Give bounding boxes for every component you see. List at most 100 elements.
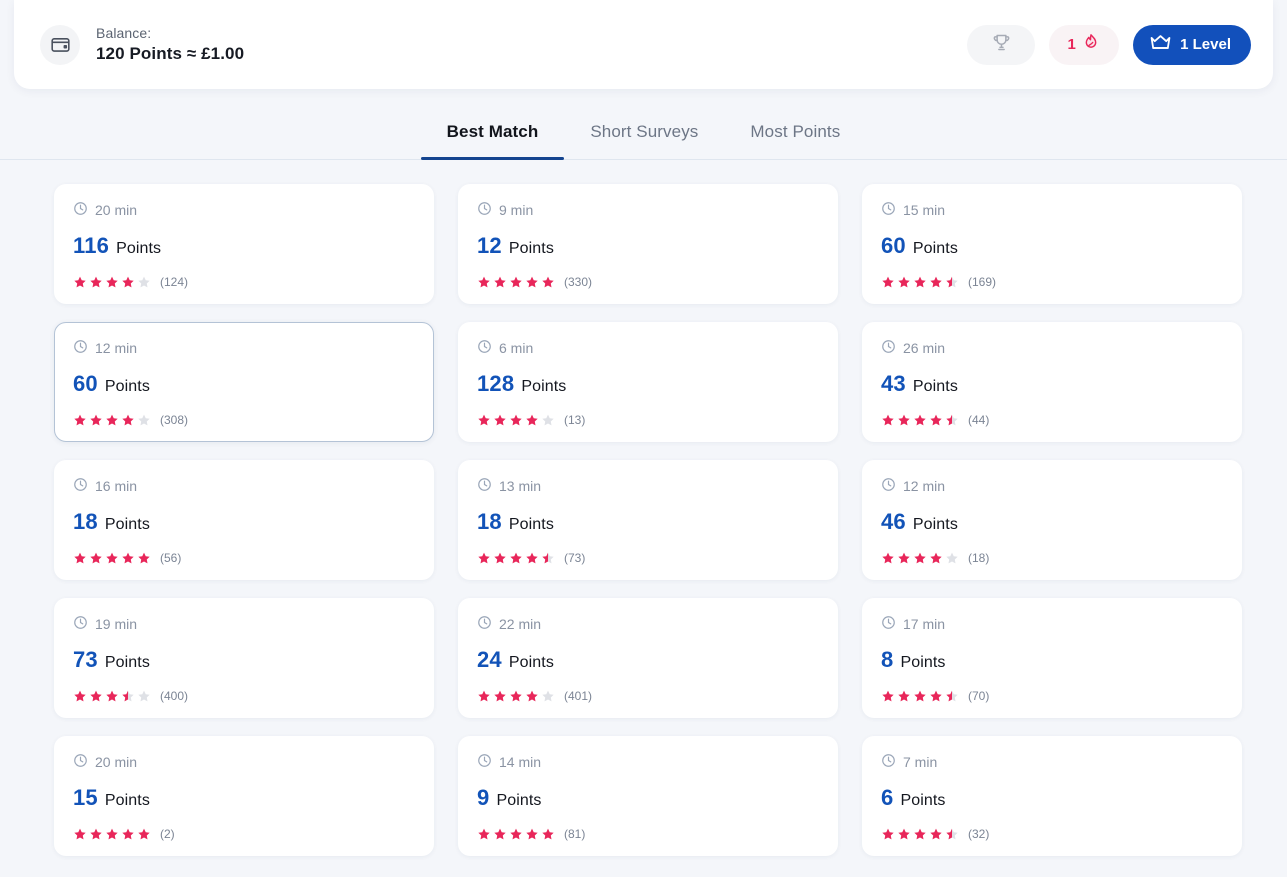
survey-duration: 20 min: [73, 201, 415, 219]
survey-card[interactable]: 16 min 18 Points (56): [54, 460, 434, 580]
rating-stars: [881, 689, 959, 703]
full-star-icon: [494, 690, 506, 702]
rating-count: (308): [160, 413, 189, 427]
survey-points-value: 6: [881, 785, 894, 810]
survey-duration: 14 min: [477, 753, 819, 771]
survey-points: 24 Points: [477, 647, 819, 673]
rating-stars: [477, 413, 555, 427]
survey-points-label: Points: [116, 240, 162, 257]
rating-stars: [477, 551, 555, 565]
half-star-icon: [946, 690, 958, 702]
survey-duration-label: 12 min: [903, 478, 946, 494]
survey-duration: 9 min: [477, 201, 819, 219]
balance-group: Balance: 120 Points ≈ £1.00: [40, 24, 244, 65]
survey-card[interactable]: 15 min 60 Points (169): [862, 184, 1242, 304]
survey-points-label: Points: [104, 792, 150, 809]
tab-short-surveys[interactable]: Short Surveys: [564, 114, 724, 159]
full-star-icon: [542, 276, 554, 288]
clock-icon: [477, 477, 492, 495]
survey-card[interactable]: 12 min 60 Points (308): [54, 322, 434, 442]
survey-points-value: 8: [881, 647, 894, 672]
streak-count: 1: [1067, 36, 1076, 53]
survey-grid: 20 min 116 Points (124) 9 min 12 Points (330) 15…: [0, 160, 1287, 856]
survey-duration-label: 9 min: [499, 202, 534, 218]
survey-card[interactable]: 20 min 15 Points (2): [54, 736, 434, 856]
survey-points-label: Points: [521, 378, 567, 395]
tab-best-match[interactable]: Best Match: [420, 114, 565, 160]
survey-duration: 17 min: [881, 615, 1223, 633]
survey-points-value: 12: [477, 233, 502, 258]
survey-duration: 13 min: [477, 477, 819, 495]
survey-card[interactable]: 26 min 43 Points (44): [862, 322, 1242, 442]
clock-icon: [881, 753, 896, 771]
full-star-icon: [526, 552, 538, 564]
topbar-region: Balance: 120 Points ≈ £1.00 1 1 Level: [0, 0, 1287, 89]
survey-duration-label: 14 min: [499, 754, 542, 770]
full-star-icon: [914, 552, 926, 564]
rating-stars: [73, 551, 151, 565]
rating-count: (124): [160, 275, 189, 289]
survey-card[interactable]: 9 min 12 Points (330): [458, 184, 838, 304]
full-star-icon: [478, 690, 490, 702]
clock-icon: [477, 615, 492, 633]
full-star-icon: [74, 828, 86, 840]
full-star-icon: [510, 414, 522, 426]
full-star-icon: [106, 552, 118, 564]
survey-card[interactable]: 7 min 6 Points (32): [862, 736, 1242, 856]
full-star-icon: [138, 552, 150, 564]
rating-stars: [73, 827, 151, 841]
survey-card[interactable]: 14 min 9 Points (81): [458, 736, 838, 856]
full-star-icon: [882, 552, 894, 564]
survey-duration: 22 min: [477, 615, 819, 633]
survey-card[interactable]: 13 min 18 Points (73): [458, 460, 838, 580]
survey-card[interactable]: 12 min 46 Points (18): [862, 460, 1242, 580]
full-star-icon: [478, 414, 490, 426]
survey-card[interactable]: 17 min 8 Points (70): [862, 598, 1242, 718]
survey-points: 12 Points: [477, 233, 819, 259]
full-star-icon: [898, 552, 910, 564]
survey-rating: (70): [881, 689, 1223, 703]
survey-card[interactable]: 20 min 116 Points (124): [54, 184, 434, 304]
full-star-icon: [74, 552, 86, 564]
survey-points-label: Points: [496, 792, 542, 809]
full-star-icon: [74, 414, 86, 426]
full-star-icon: [494, 414, 506, 426]
survey-points: 18 Points: [477, 509, 819, 535]
empty-star-icon: [138, 414, 150, 426]
survey-points-value: 116: [73, 233, 110, 258]
level-label: 1 Level: [1180, 36, 1231, 53]
survey-rating: (81): [477, 827, 819, 841]
survey-points-label: Points: [104, 378, 150, 395]
survey-duration: 12 min: [73, 339, 415, 357]
survey-card[interactable]: 6 min 128 Points (13): [458, 322, 838, 442]
streak-badge[interactable]: 1: [1049, 24, 1120, 65]
full-star-icon: [478, 828, 490, 840]
crown-icon: [1149, 33, 1172, 57]
trophy-badge[interactable]: [967, 24, 1036, 65]
survey-rating: (169): [881, 275, 1223, 289]
balance-text: Balance: 120 Points ≈ £1.00: [96, 25, 244, 64]
rating-count: (32): [968, 827, 990, 841]
full-star-icon: [90, 690, 102, 702]
rating-count: (81): [564, 827, 586, 841]
full-star-icon: [882, 276, 894, 288]
empty-star-icon: [138, 276, 150, 288]
survey-points: 15 Points: [73, 785, 415, 811]
tab-most-points[interactable]: Most Points: [724, 114, 866, 159]
full-star-icon: [526, 828, 538, 840]
full-star-icon: [74, 276, 86, 288]
survey-points-label: Points: [104, 654, 150, 671]
full-star-icon: [882, 414, 894, 426]
survey-card[interactable]: 22 min 24 Points (401): [458, 598, 838, 718]
survey-card[interactable]: 19 min 73 Points (400): [54, 598, 434, 718]
full-star-icon: [106, 276, 118, 288]
clock-icon: [477, 339, 492, 357]
rating-count: (169): [968, 275, 997, 289]
survey-points-value: 128: [477, 371, 515, 396]
survey-duration-label: 6 min: [499, 340, 534, 356]
survey-duration-label: 17 min: [903, 616, 946, 632]
level-button[interactable]: 1 Level: [1133, 24, 1251, 65]
empty-star-icon: [138, 690, 150, 702]
full-star-icon: [90, 414, 102, 426]
full-star-icon: [106, 690, 118, 702]
